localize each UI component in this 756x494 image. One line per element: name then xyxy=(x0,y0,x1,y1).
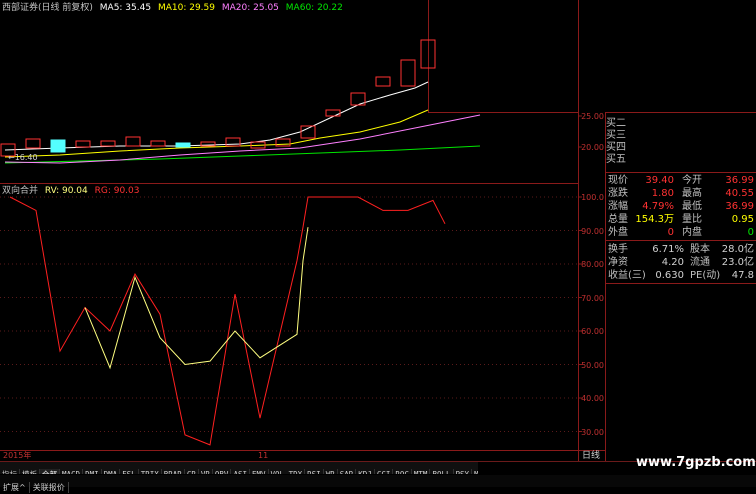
quote-row-eps: 收益(三) 0.630 PE(动) 47.8 xyxy=(608,270,754,281)
indicator-tick-label: 90.00 xyxy=(581,226,604,236)
x-axis-month: 11 xyxy=(258,451,269,460)
bid-3-label: 买三 xyxy=(606,130,626,141)
indicator-tick-label: 80.00 xyxy=(581,260,604,269)
ma5-line xyxy=(4,81,429,151)
indicator-tab[interactable]: MACD xyxy=(60,469,84,474)
candlestick xyxy=(400,59,416,87)
indicator-tab[interactable]: 全部 xyxy=(40,469,60,474)
rv-label: RV: 90.04 xyxy=(44,186,88,196)
quote-row-turnover: 换手 6.71% 股本 28.0亿 xyxy=(608,244,754,255)
indicator-tab[interactable]: FSL xyxy=(120,469,139,474)
indicator-tab[interactable]: KDJ xyxy=(356,469,375,474)
indicator-tick-label: 100.0 xyxy=(581,193,604,202)
stock-title: 西部证券(日线 前复权) xyxy=(2,3,93,13)
indicator-tab[interactable]: WR xyxy=(324,469,338,474)
indicator-tick-label: 70.00 xyxy=(581,293,604,303)
candlestick xyxy=(25,138,41,149)
indicator-tab[interactable]: EMV xyxy=(250,469,269,474)
indicator-tab[interactable]: SAR xyxy=(338,469,357,474)
candlestick xyxy=(175,142,191,148)
bottom-bar: 扩展^ 关联报价 xyxy=(0,475,756,493)
indicator-tab[interactable]: DMA xyxy=(102,469,121,474)
indicator-tab[interactable]: ROC xyxy=(393,469,412,474)
rg-label: RG: 90.03 xyxy=(94,186,140,196)
indicator-tab[interactable]: VR xyxy=(199,469,213,474)
price-tick-20: 20.00 xyxy=(581,143,604,152)
watermark: www.7gpzb.com xyxy=(636,455,756,470)
candlestick xyxy=(50,139,66,153)
indicator-tab[interactable]: CR xyxy=(185,469,199,474)
indicator-tab-bar: 指标模板全部MACDDMIDMAFSLTRIXBRARCRVROBVASIEMV… xyxy=(0,462,478,474)
indicator-tab[interactable]: RSI xyxy=(305,469,324,474)
quote-row-inout: 外盘 0 内盘 0 xyxy=(608,227,754,238)
indicator-tab[interactable]: 模板 xyxy=(20,469,40,474)
indicator-tab[interactable]: CCI xyxy=(375,469,394,474)
indicator-tab[interactable]: ASI xyxy=(231,469,250,474)
quote-row-price: 现价 39.40 今开 36.99 xyxy=(608,175,754,186)
ma20-label: MA20: 25.05 xyxy=(221,3,279,13)
indicator-tab[interactable]: VOL-TDX xyxy=(269,469,306,474)
indicator-tab[interactable]: OBV xyxy=(213,469,232,474)
indicator-tab[interactable]: BOLL xyxy=(430,469,454,474)
indicator-tick-label: 60.00 xyxy=(581,327,604,336)
indicator-title: 双向合并 xyxy=(2,186,39,196)
ma5-label: MA5: 35.45 xyxy=(99,3,152,13)
candlestick xyxy=(325,109,341,117)
candlestick xyxy=(100,140,116,147)
bid-2-label: 买二 xyxy=(606,118,626,129)
period-label[interactable]: 日线 xyxy=(582,451,600,461)
quote-row-percent: 涨幅 4.79% 最低 36.99 xyxy=(608,201,754,212)
indicator-tab[interactable]: MTM xyxy=(412,469,431,474)
indicator-tick-label: 50.00 xyxy=(581,360,604,370)
rg-line xyxy=(9,196,446,446)
candlestick xyxy=(150,140,166,147)
indicator-tick-label: 30.00 xyxy=(581,427,604,437)
quote-row-nav: 净资 4.20 流通 23.0亿 xyxy=(608,257,754,268)
price-tick-25: 25.00 xyxy=(581,112,604,121)
bid-5-label: 买五 xyxy=(606,154,626,165)
expand-tab[interactable]: 扩展^ xyxy=(0,482,30,493)
candlestick xyxy=(375,76,391,87)
related-quote-tab[interactable]: 关联报价 xyxy=(30,482,69,493)
ma60-line xyxy=(4,145,481,164)
ma10-line xyxy=(4,109,429,158)
candlestick xyxy=(75,140,91,148)
ma60-label: MA60: 20.22 xyxy=(285,3,343,13)
indicator-tab[interactable]: TRIX xyxy=(139,469,162,474)
indicator-tab[interactable]: PSY xyxy=(454,469,473,474)
indicator-tab[interactable]: 指标 xyxy=(0,469,20,474)
indicator-tab[interactable]: BRAR xyxy=(162,469,185,474)
bid-4-label: 买四 xyxy=(606,142,626,153)
quote-row-change: 涨跌 1.80 最高 40.55 xyxy=(608,188,754,199)
low-price-marker: ←16.40 xyxy=(8,153,38,162)
candlestick xyxy=(125,136,141,147)
quote-row-volume: 总量 154.3万 量比 0.95 xyxy=(608,214,754,225)
chart-panel: 西部证券(日线 前复权) MA5: 35.45 MA10: 29.59 MA20… xyxy=(0,0,756,493)
indicator-tab[interactable]: MCST xyxy=(472,469,478,474)
x-axis-year: 2015年 xyxy=(3,451,32,460)
indicator-tick-label: 40.00 xyxy=(581,394,604,403)
indicator-tab[interactable]: DMI xyxy=(83,469,102,474)
ma10-label: MA10: 29.59 xyxy=(157,3,215,13)
